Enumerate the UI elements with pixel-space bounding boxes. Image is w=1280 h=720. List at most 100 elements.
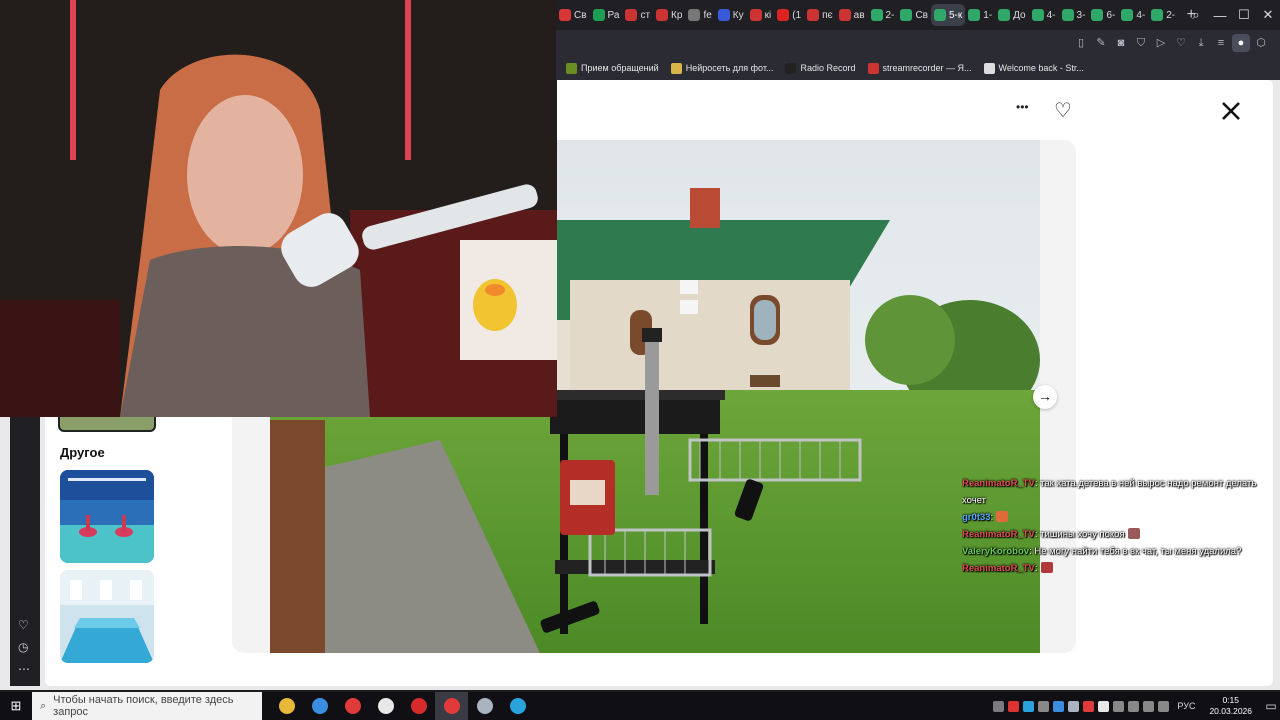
browser-tab[interactable]: 4- <box>1118 4 1148 26</box>
favorites-heart-icon[interactable]: ♡ <box>18 618 29 632</box>
camera-icon[interactable]: ◙ <box>1112 34 1130 52</box>
battery-icon[interactable] <box>1128 700 1140 712</box>
taskbar-search-box[interactable]: ⌕ Чтобы начать поиск, введите здесь запр… <box>32 692 262 720</box>
wifi-icon[interactable] <box>1143 700 1155 712</box>
tab-favicon-icon <box>688 9 701 21</box>
notifications-icon[interactable]: ▭ <box>1262 699 1280 713</box>
chat-username[interactable]: ReanimatoR_TV <box>962 478 1035 489</box>
thumbnail-pool-room[interactable] <box>60 470 154 563</box>
tab-label: Кр <box>671 9 683 21</box>
browser-tab[interactable]: 4- <box>1029 4 1059 26</box>
browser-tab[interactable]: 1- <box>965 4 995 26</box>
left-rail: ♡ ◷ ⋯ <box>10 400 40 686</box>
menu-icon[interactable]: ≡ <box>1212 34 1230 52</box>
browser-tab[interactable]: До <box>995 4 1028 26</box>
chat-text: : так хата детева в ней вырос надо ремон… <box>1034 478 1257 489</box>
history-clock-icon[interactable]: ◷ <box>18 640 28 654</box>
tab-label: пє <box>822 9 833 21</box>
browser-tab[interactable]: Ку <box>715 4 747 26</box>
browser-tab[interactable]: 2- <box>868 4 898 26</box>
language-indicator[interactable]: РУС <box>1177 701 1195 711</box>
tab-search-icon[interactable]: ⌕ <box>1184 7 1208 23</box>
bookmark-item[interactable]: Нейросеть для фот... <box>670 62 773 74</box>
browser-tab[interactable]: 2- <box>1148 4 1178 26</box>
taskbar-app-yandex[interactable] <box>336 692 369 720</box>
browser-tab[interactable]: (1 <box>774 4 804 26</box>
tab-label: Св <box>915 9 928 21</box>
tab-favicon-icon <box>870 9 883 21</box>
bookmark-item[interactable]: Welcome back - Str... <box>983 62 1084 74</box>
chat-username[interactable]: gr0t33 <box>962 512 991 523</box>
heart-icon[interactable]: ♡ <box>1172 34 1190 52</box>
extensions-icon[interactable]: ⬡ <box>1252 34 1270 52</box>
microphone-icon[interactable] <box>1113 700 1125 712</box>
sidebar-icon[interactable]: ▯ <box>1072 34 1090 52</box>
browser-tab[interactable]: fe <box>685 4 714 26</box>
browser-tab[interactable]: 5-к <box>930 4 966 26</box>
browser-tab[interactable]: 3- <box>1059 4 1089 26</box>
favorite-heart-icon[interactable]: ♡ <box>1054 98 1072 123</box>
edit-icon[interactable]: ✎ <box>1092 34 1110 52</box>
taskbar-app-steam[interactable] <box>468 692 501 720</box>
thumbnail-swimming-pool[interactable] <box>60 570 154 663</box>
browser-tab[interactable]: пє <box>804 4 836 26</box>
browser-tab[interactable]: кі <box>747 4 775 26</box>
browser-tab[interactable]: ст <box>622 4 653 26</box>
chat-text: : Не могу найти тебя в вк чат, ты меня у… <box>1029 546 1242 557</box>
telegram-tray-icon[interactable] <box>1023 700 1035 712</box>
bookmark-favicon-icon <box>566 62 577 74</box>
chat-message: ReanimatoR_TV: <box>962 560 1280 577</box>
close-window-button[interactable]: ✕ <box>1256 7 1280 23</box>
chat-message: ReanimatoR_TV: тишины хочу покоя <box>962 526 1280 543</box>
taskbar-app-telegram[interactable] <box>501 692 534 720</box>
tab-label: 5-к <box>948 9 963 21</box>
chat-username[interactable]: ReanimatoR_TV <box>962 529 1035 540</box>
close-viewer-button[interactable] <box>1218 98 1244 124</box>
taskbar-app-store[interactable] <box>303 692 336 720</box>
taskbar-search-placeholder: Чтобы начать поиск, введите здесь запрос <box>53 694 234 718</box>
browser-tab[interactable]: Св <box>556 4 590 26</box>
download-icon[interactable]: ⤓ <box>1192 34 1210 52</box>
bookmark-favicon-icon <box>670 62 682 74</box>
taskbar-app-file-explorer[interactable] <box>270 692 303 720</box>
webcam-image <box>0 0 557 417</box>
browser-tab[interactable]: Кр <box>653 4 685 26</box>
steam-tray-icon[interactable] <box>1068 700 1080 712</box>
browser-tab[interactable]: Ра <box>590 4 623 26</box>
chat-username[interactable]: ValeryKorobov <box>962 546 1029 557</box>
tab-label: (1 <box>792 9 802 21</box>
network-tray-icon[interactable] <box>1038 700 1050 712</box>
browser-tab[interactable]: ав <box>836 4 868 26</box>
tab-favicon-icon <box>838 9 851 21</box>
chat-emote-icon <box>1127 528 1140 539</box>
steam-icon <box>476 698 493 714</box>
bookmark-favicon-icon <box>983 62 995 74</box>
yandex-tray-icon[interactable] <box>1083 700 1095 712</box>
bookmark-item[interactable]: streamrecorder — Я... <box>867 62 972 74</box>
taskbar-app-opera-gx[interactable] <box>435 692 468 720</box>
tab-favicon-icon <box>1031 9 1044 21</box>
bookmark-item[interactable]: Radio Record <box>785 62 856 74</box>
minimize-button[interactable]: — <box>1208 8 1232 23</box>
next-photo-button[interactable]: → <box>1033 385 1057 409</box>
profile-icon[interactable]: ● <box>1232 34 1250 52</box>
browser-tab[interactable]: 6- <box>1088 4 1118 26</box>
bookmark-favicon-icon <box>867 62 879 74</box>
taskbar-app-yandex-browser[interactable] <box>369 692 402 720</box>
browser-tab[interactable]: Св <box>897 4 931 26</box>
clock[interactable]: 0:15 20.03.2026 <box>1203 695 1258 717</box>
discord-icon[interactable] <box>993 700 1005 712</box>
play-icon[interactable]: ▷ <box>1152 34 1170 52</box>
chat-username[interactable]: ReanimatoR_TV <box>962 563 1035 574</box>
more-dots-icon[interactable]: ⋯ <box>18 662 30 676</box>
more-options-icon[interactable]: ••• <box>1016 100 1029 114</box>
taskbar-app-opera[interactable] <box>402 692 435 720</box>
start-button[interactable]: ⊞ <box>0 698 32 714</box>
shield-icon[interactable]: ⛉ <box>1132 34 1150 52</box>
volume-icon[interactable] <box>1158 700 1170 712</box>
bookmark-item[interactable]: Прием обращений <box>566 62 659 74</box>
bluetooth-icon[interactable] <box>1053 700 1065 712</box>
maximize-button[interactable]: ☐ <box>1232 7 1256 23</box>
yandex-browser-tray-icon[interactable] <box>1098 700 1110 712</box>
tray-app-icon[interactable] <box>1008 700 1020 712</box>
